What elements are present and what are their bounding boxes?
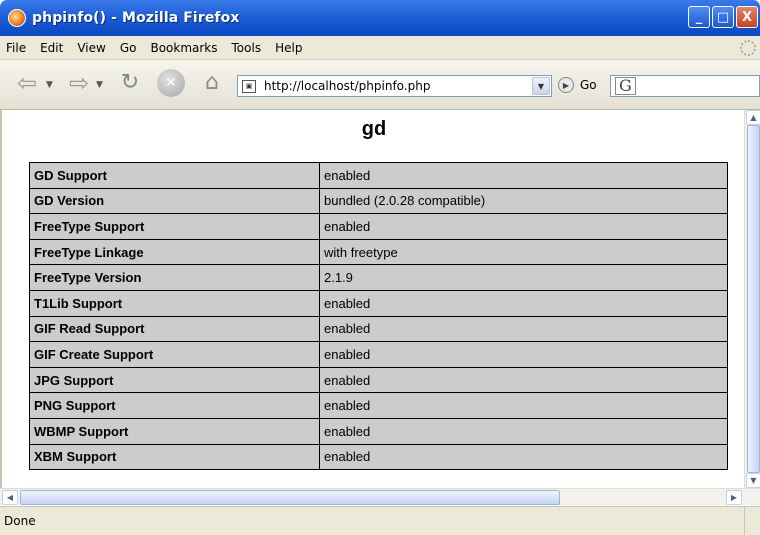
row-label: T1Lib Support [29, 289, 320, 317]
vertical-scroll-thumb[interactable] [747, 125, 760, 473]
row-value: bundled (2.0.28 compatible) [319, 187, 728, 215]
row-value: enabled [319, 443, 728, 471]
scroll-down-icon[interactable]: ▼ [746, 473, 760, 488]
row-label: GIF Create Support [29, 341, 320, 368]
page-content: gd GD Support enabled GD Version bundled (2… [0, 110, 744, 488]
row-value: enabled [319, 392, 728, 419]
minimize-button[interactable]: _ [688, 6, 710, 28]
menu-edit[interactable]: Edit [40, 41, 63, 55]
row-value: enabled [319, 341, 728, 368]
row-value: with freetype [319, 238, 728, 266]
gd-info-table: GD Support enabled GD Version bundled (2.0.… [29, 162, 728, 471]
status-text: Done [4, 514, 36, 528]
row-label: FreeType Linkage [29, 238, 320, 266]
row-label: FreeType Version [29, 264, 320, 291]
go-label: Go [580, 78, 597, 92]
menu-file[interactable]: File [6, 41, 26, 55]
row-label: GIF Read Support [29, 315, 320, 343]
go-button[interactable]: ▶ Go [558, 77, 597, 93]
menu-bar: File Edit View Go Bookmarks Tools Help [0, 36, 760, 60]
menu-help[interactable]: Help [275, 41, 302, 55]
row-value: 2.1.9 [319, 264, 728, 291]
url-text[interactable]: http://localhost/phpinfo.php [264, 79, 430, 93]
table-row: GD Support enabled [29, 162, 728, 189]
scroll-right-icon[interactable]: ▶ [726, 490, 742, 505]
table-row: FreeType Support enabled [29, 213, 728, 240]
table-row: FreeType Linkage with freetype [29, 238, 728, 266]
close-button[interactable]: X [736, 6, 758, 28]
row-label: XBM Support [29, 443, 320, 471]
menu-view[interactable]: View [77, 41, 105, 55]
url-history-dropdown-icon[interactable]: ▼ [532, 77, 550, 95]
maximize-button[interactable]: □ [712, 6, 734, 28]
row-label: GD Support [29, 162, 320, 189]
horizontal-scroll-thumb[interactable] [20, 490, 560, 505]
row-value: enabled [319, 366, 728, 394]
window-controls: _ □ X [688, 6, 758, 28]
menu-bookmarks[interactable]: Bookmarks [150, 41, 217, 55]
scroll-up-icon[interactable]: ▲ [746, 110, 760, 125]
row-value: enabled [319, 289, 728, 317]
row-value: enabled [319, 315, 728, 343]
stop-icon[interactable]: ✕ [157, 69, 185, 97]
table-row: JPG Support enabled [29, 366, 728, 394]
row-label: GD Version [29, 187, 320, 215]
row-value: enabled [319, 417, 728, 445]
page-favicon-icon: ▣ [242, 79, 256, 93]
table-row: FreeType Version 2.1.9 [29, 264, 728, 291]
status-bar: Done [0, 506, 760, 535]
row-label: JPG Support [29, 366, 320, 394]
scroll-left-icon[interactable]: ◀ [2, 490, 18, 505]
address-bar[interactable]: ▣ http://localhost/phpinfo.php ▼ [237, 75, 552, 97]
row-label: FreeType Support [29, 213, 320, 240]
row-value: enabled [319, 162, 728, 189]
table-row: T1Lib Support enabled [29, 289, 728, 317]
menu-go[interactable]: Go [120, 41, 137, 55]
search-bar[interactable]: G [610, 75, 760, 97]
row-label: WBMP Support [29, 417, 320, 445]
table-row: GIF Create Support enabled [29, 341, 728, 368]
window-title: phpinfo() - Mozilla Firefox [32, 10, 240, 26]
resize-grip[interactable] [744, 507, 760, 535]
home-icon[interactable]: ⌂ [197, 67, 227, 97]
go-arrow-icon: ▶ [558, 77, 574, 93]
google-search-icon[interactable]: G [615, 77, 636, 95]
table-row: PNG Support enabled [29, 392, 728, 419]
forward-dropdown-icon[interactable]: ▼ [96, 80, 103, 90]
table-row: GD Version bundled (2.0.28 compatible) [29, 187, 728, 215]
horizontal-scrollbar[interactable]: ◀ ▶ [0, 488, 760, 505]
throbber-icon [740, 40, 756, 56]
menu-tools[interactable]: Tools [232, 41, 262, 55]
vertical-scrollbar[interactable]: ▲ ▼ [744, 110, 760, 488]
title-bar[interactable]: phpinfo() - Mozilla Firefox _ □ X [0, 0, 760, 36]
back-arrow-icon[interactable]: ⇦ [14, 71, 40, 95]
page-title: gd [361, 118, 387, 140]
table-row: GIF Read Support enabled [29, 315, 728, 343]
table-row: WBMP Support enabled [29, 417, 728, 445]
row-label: PNG Support [29, 392, 320, 419]
forward-arrow-icon[interactable]: ⇨ [66, 71, 92, 95]
navigation-toolbar: ⇦ ▼ ⇨ ▼ ↻ ✕ ⌂ ▣ http://localhost/phpinfo… [0, 60, 760, 110]
table-row: XBM Support enabled [29, 443, 728, 471]
row-value: enabled [319, 213, 728, 240]
firefox-icon [8, 9, 26, 27]
reload-icon[interactable]: ↻ [116, 68, 144, 96]
back-dropdown-icon[interactable]: ▼ [46, 80, 53, 90]
